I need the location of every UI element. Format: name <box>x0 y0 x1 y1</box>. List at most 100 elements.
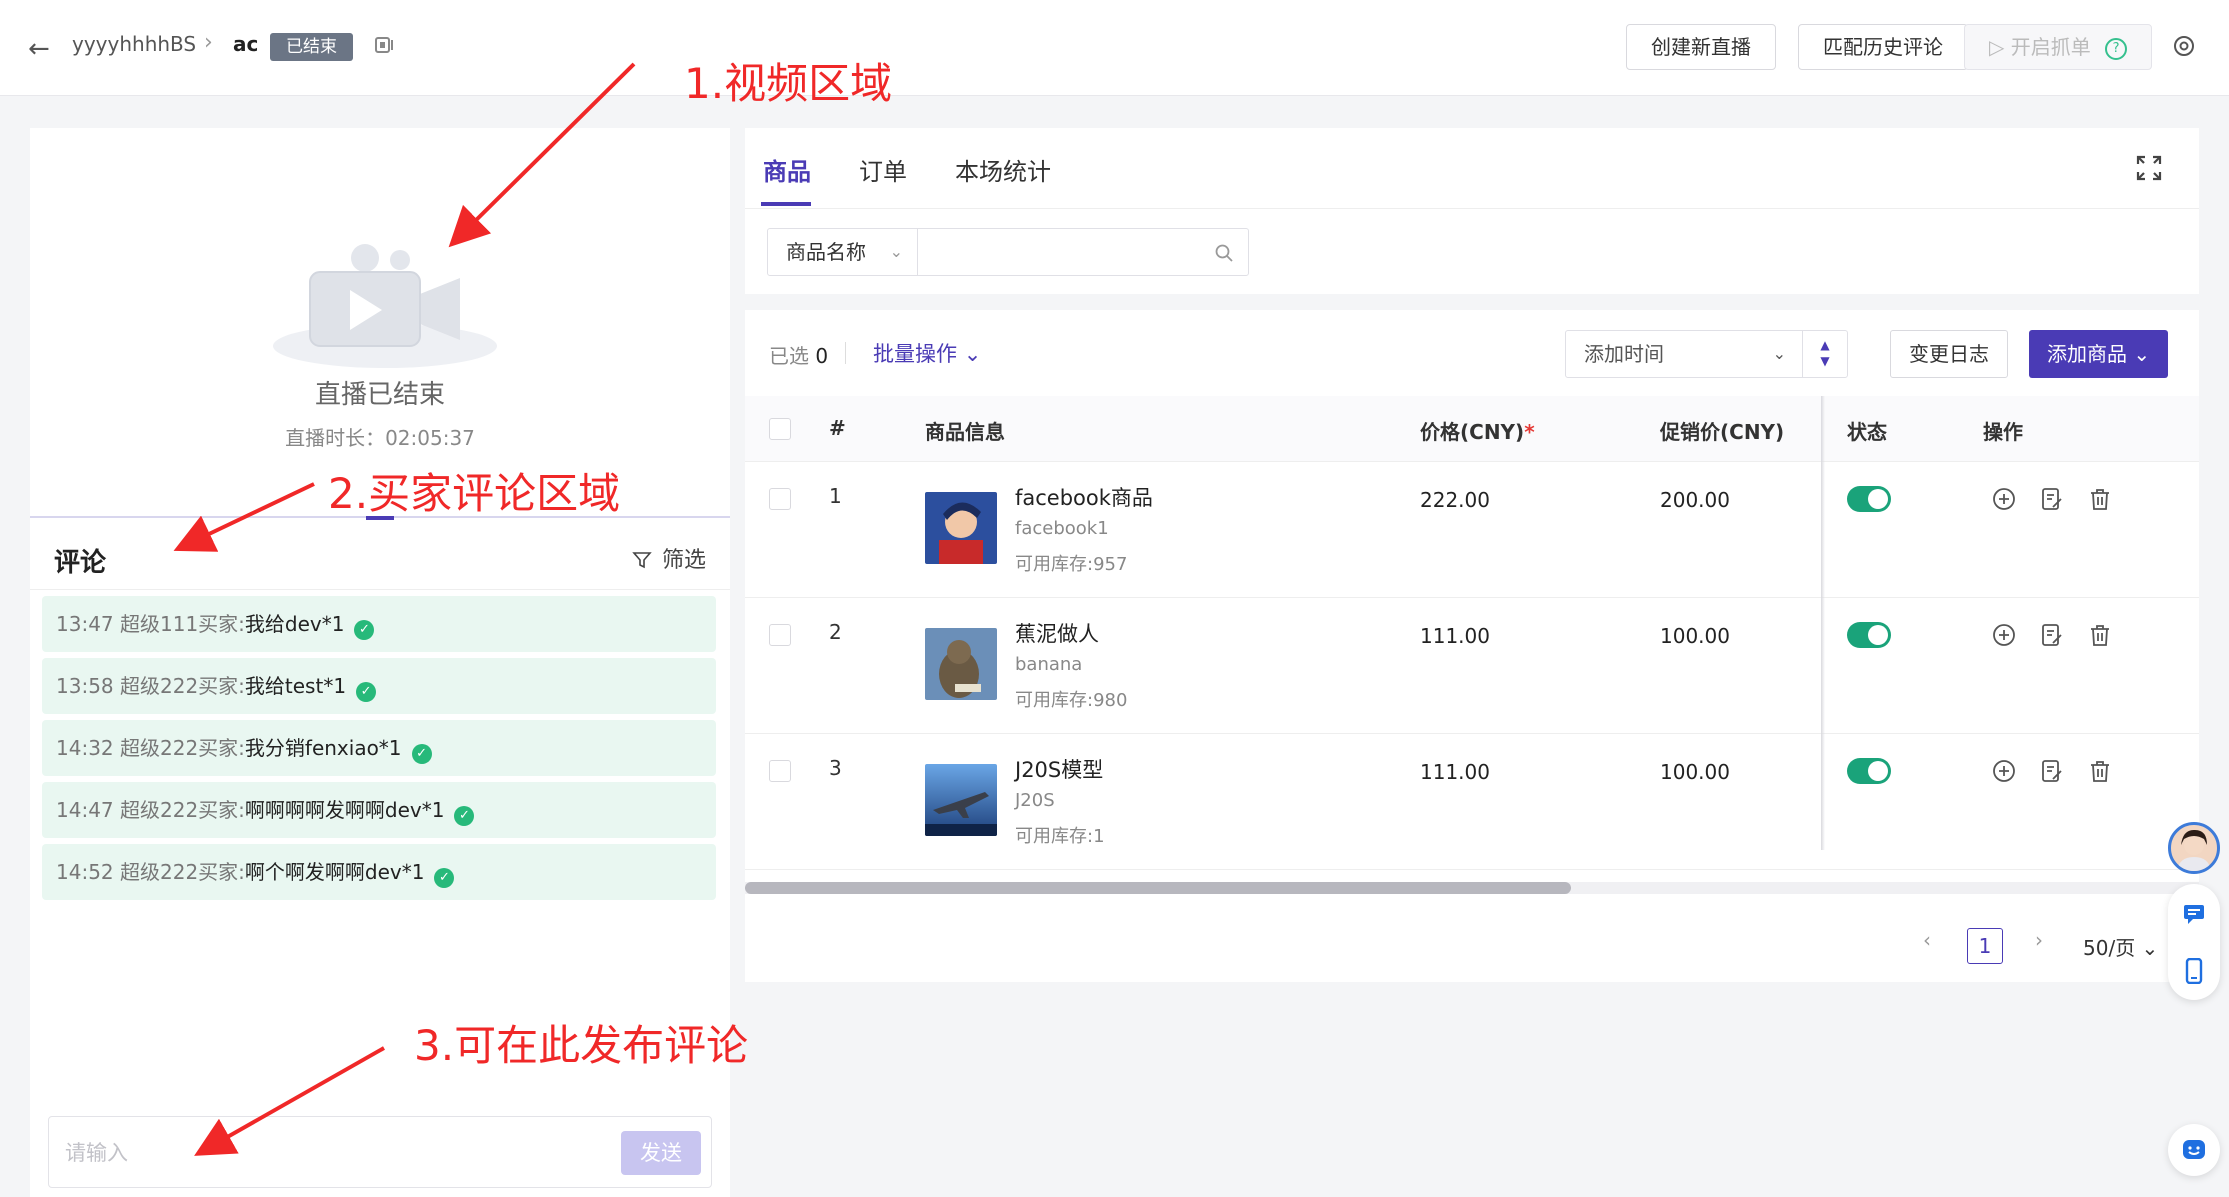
status-toggle[interactable] <box>1847 486 1891 512</box>
horizontal-scrollbar-thumb[interactable] <box>745 882 1571 894</box>
row-checkbox[interactable] <box>769 624 791 646</box>
selected-count: 已选 0 <box>769 340 828 369</box>
edit-note-icon[interactable] <box>2039 622 2065 648</box>
status-toggle[interactable] <box>1847 758 1891 784</box>
add-circle-icon[interactable] <box>1991 758 2017 784</box>
filter-button[interactable]: 筛选 <box>632 542 706 574</box>
match-history-comments-button[interactable]: 匹配历史评论 <box>1798 24 1968 70</box>
product-stock: 可用库存:980 <box>1015 690 1128 711</box>
fixed-column-shadow <box>1821 396 1825 850</box>
comment-message: 我分销fenxiao*1 <box>244 736 402 760</box>
delete-icon[interactable] <box>2087 758 2113 784</box>
chevron-down-icon: ⌄ <box>2133 342 2151 366</box>
live-duration: 直播时长：02:05:37 <box>285 426 475 450</box>
select-all-checkbox[interactable] <box>769 418 791 440</box>
product-name: J20S模型 <box>1015 758 1104 782</box>
sort-field-select[interactable]: 添加时间 ⌄ <box>1565 330 1803 378</box>
comment-title: 评论 <box>54 548 107 578</box>
tab-goods[interactable]: 商品 <box>763 152 811 187</box>
tabs-panel: 商品 订单 本场统计 商品名称 ⌄ <box>745 128 2199 294</box>
search-input[interactable] <box>920 231 1200 273</box>
comment-input[interactable] <box>65 1133 585 1173</box>
comment-message: 啊啊啊啊发啊啊dev*1 <box>244 798 445 822</box>
support-chat-button[interactable] <box>2168 1124 2220 1176</box>
search-icon[interactable] <box>1214 243 1234 263</box>
add-goods-label: 添加商品 <box>2047 342 2127 366</box>
selected-label: 已选 <box>769 344 809 368</box>
selected-number: 0 <box>815 344 829 368</box>
annotation-post-comment: 3.可在此发布评论 <box>414 1021 749 1070</box>
camera-settings-icon[interactable] <box>2172 34 2196 58</box>
column-goods-info: 商品信息 <box>925 420 1005 444</box>
comment-composer: 发送 <box>48 1116 712 1188</box>
comment-item: 14:52 超级222买家:啊个啊发啊啊dev*1 ✓ <box>42 844 716 900</box>
row-checkbox[interactable] <box>769 488 791 510</box>
comment-meta: 14:47 超级222买家: <box>56 798 245 822</box>
change-log-button[interactable]: 变更日志 <box>1890 330 2008 378</box>
product-thumbnail <box>925 764 997 836</box>
create-live-button[interactable]: 创建新直播 <box>1626 24 1776 70</box>
product-stock: 可用库存:1 <box>1015 826 1105 847</box>
product-promo-price: 200.00 <box>1660 488 1730 512</box>
fullscreen-icon[interactable] <box>2135 154 2163 182</box>
comment-message: 啊个啊发啊啊dev*1 <box>244 860 425 884</box>
page-size-select[interactable]: 50/页 ⌄ <box>2083 932 2158 961</box>
top-bar: ← yyyyhhhhBS › ac 已结束 创建新直播 匹配历史评论 ▷ 开启抓… <box>0 0 2229 96</box>
edit-note-icon[interactable] <box>2039 486 2065 512</box>
comment-header: 评论 筛选 <box>30 520 730 590</box>
breadcrumb-user[interactable]: yyyyhhhhBS <box>72 32 196 56</box>
row-index: 2 <box>829 620 842 644</box>
add-circle-icon[interactable] <box>1991 486 2017 512</box>
mobile-icon[interactable] <box>2182 958 2206 984</box>
bulk-actions-label: 批量操作 <box>873 342 957 366</box>
product-price: 111.00 <box>1420 760 1490 784</box>
table-row: 1 facebook商品 facebook1 可用库存:957 222.00 2… <box>745 462 2199 598</box>
back-arrow-icon[interactable]: ← <box>28 34 50 64</box>
page-number-current[interactable]: 1 <box>1967 928 2003 964</box>
check-icon: ✓ <box>354 620 375 640</box>
product-promo-price: 100.00 <box>1660 624 1730 648</box>
prev-page-icon[interactable]: ‹ <box>1923 928 1931 952</box>
product-code: banana <box>1015 654 1083 675</box>
edit-note-icon[interactable] <box>2039 758 2065 784</box>
add-circle-icon[interactable] <box>1991 622 2017 648</box>
comment-item: 14:47 超级222买家:啊啊啊啊发啊啊dev*1 ✓ <box>42 782 716 838</box>
chevron-down-icon: ⌄ <box>889 242 903 261</box>
sort-asc-icon: ▲ <box>1820 338 1830 352</box>
row-checkbox[interactable] <box>769 760 791 782</box>
assistant-avatar[interactable] <box>2168 822 2220 874</box>
bulk-actions-dropdown[interactable]: 批量操作 ⌄ <box>873 338 981 368</box>
annotation-comment-area: 2.买家评论区域 <box>328 469 621 518</box>
tab-orders[interactable]: 订单 <box>859 152 907 187</box>
help-icon[interactable]: ? <box>2105 37 2128 60</box>
comment-message: 我给test*1 <box>244 674 347 698</box>
search-field-select[interactable]: 商品名称 ⌄ <box>768 229 918 275</box>
check-icon: ✓ <box>454 806 475 826</box>
product-code: facebook1 <box>1015 518 1109 539</box>
sort-order-toggle[interactable]: ▲ ▼ <box>1802 330 1848 378</box>
status-toggle[interactable] <box>1847 622 1891 648</box>
page-size-label: 50/页 <box>2083 936 2136 960</box>
next-page-icon[interactable]: › <box>2035 928 2043 952</box>
comment-item: 13:47 超级111买家:我给dev*1 ✓ <box>42 596 716 652</box>
check-icon: ✓ <box>411 744 432 764</box>
video-card-icon[interactable] <box>374 34 396 56</box>
delete-icon[interactable] <box>2087 622 2113 648</box>
filter-label: 筛选 <box>661 548 706 573</box>
add-goods-button[interactable]: 添加商品 ⌄ <box>2029 330 2169 378</box>
send-button[interactable]: 发送 <box>621 1131 701 1175</box>
product-thumbnail <box>925 628 997 700</box>
tabs-divider <box>745 208 2199 209</box>
column-price: 价格(CNY)* <box>1420 416 1535 445</box>
annotation-video-area: 1.视频区域 <box>684 59 893 108</box>
breadcrumb-room: ac <box>233 32 259 56</box>
message-icon[interactable] <box>2182 902 2206 926</box>
start-capture-button[interactable]: ▷ 开启抓单 ? <box>1964 24 2153 70</box>
floating-toolbar <box>2168 884 2220 1000</box>
delete-icon[interactable] <box>2087 486 2113 512</box>
product-price: 111.00 <box>1420 624 1490 648</box>
tab-stats[interactable]: 本场统计 <box>955 152 1051 187</box>
smile-chat-icon <box>2183 1140 2205 1159</box>
table-row: 3 J20S模型 J20S 可用库存:1 111.00 100.00 <box>745 734 2199 870</box>
table-row: 2 蕉泥做人 banana 可用库存:980 111.00 100.00 <box>745 598 2199 734</box>
